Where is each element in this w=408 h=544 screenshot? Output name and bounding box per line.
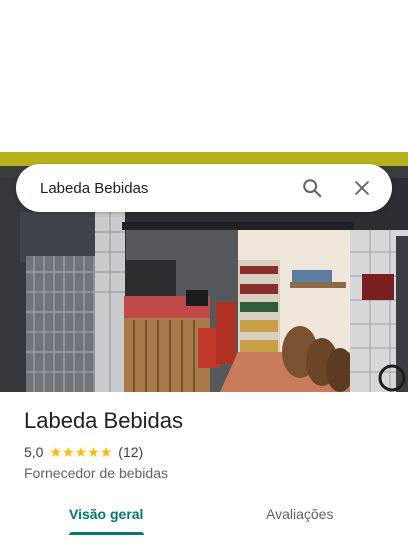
star-icon: ★ <box>49 444 63 460</box>
tab-overview[interactable]: Visão geral <box>69 506 143 522</box>
place-title: Labeda Bebidas <box>24 408 184 433</box>
star-icon: ★ <box>87 444 100 460</box>
place-category[interactable]: Fornecedor de bebidas <box>24 465 168 481</box>
rating-row[interactable]: 5,0 ★ ★ ★ ★ ★ (12) <box>24 444 143 460</box>
search-input[interactable]: Labeda Bebidas <box>40 180 296 197</box>
search-bar[interactable]: Labeda Bebidas <box>16 164 392 212</box>
active-tab-indicator <box>69 532 144 535</box>
rating-stars: ★ ★ ★ ★ ★ <box>49 445 112 459</box>
review-count[interactable]: (12) <box>118 444 143 460</box>
search-icon[interactable] <box>296 172 328 204</box>
close-icon[interactable] <box>346 172 378 204</box>
star-icon: ★ <box>99 444 113 460</box>
star-icon: ★ <box>62 444 75 460</box>
star-icon: ★ <box>74 444 88 460</box>
rating-value: 5,0 <box>24 444 44 460</box>
place-tabs: Visão geral Avaliações <box>0 500 408 544</box>
tab-reviews[interactable]: Avaliações <box>266 506 333 522</box>
